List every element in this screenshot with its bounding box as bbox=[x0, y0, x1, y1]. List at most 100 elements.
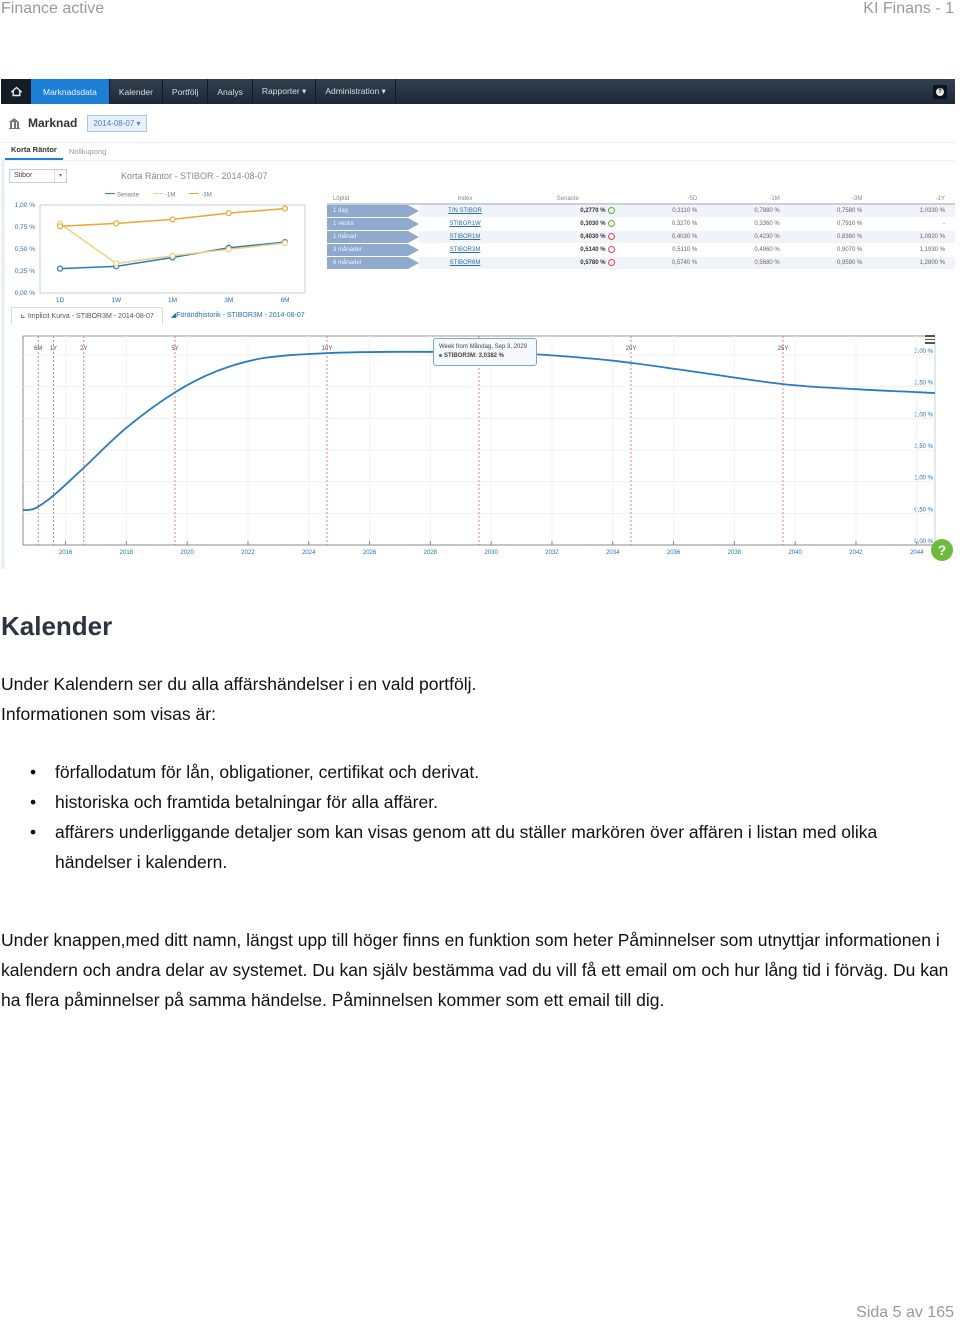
x-tick-label: 2036 bbox=[667, 550, 681, 556]
x-tick-label: 2028 bbox=[424, 550, 438, 556]
y-tick-label: 0,25 % bbox=[15, 268, 35, 275]
latest-cell: 0,5780 % bbox=[521, 256, 625, 270]
col-header-3m: -3M bbox=[789, 194, 873, 205]
tab-korta-rantor[interactable]: Korta Räntor bbox=[5, 145, 63, 160]
intro-line-1: Under Kalendern ser du alla affärshändel… bbox=[1, 674, 477, 694]
term-cell: 1 vecka bbox=[327, 217, 419, 231]
x-tick-label: 2038 bbox=[728, 550, 742, 556]
x-tick-label: 2030 bbox=[484, 550, 498, 556]
y-tick-label: 1,00 % bbox=[15, 202, 35, 209]
nav-item-analys[interactable]: Analys bbox=[208, 79, 253, 104]
rates-table: Löptid Index Senaste -5D -1M -3M -1Y 1 d… bbox=[327, 194, 955, 270]
data-point bbox=[169, 252, 176, 259]
question-bubble-icon[interactable]: ? bbox=[931, 539, 953, 561]
y-tick-label: 0,00 % bbox=[15, 290, 35, 297]
tab-implicit-kurva[interactable]: ⊾ Implicit Kurva - STIBOR3M - 2014-08-07 bbox=[11, 307, 163, 325]
market-title: Marknad bbox=[28, 116, 78, 130]
data-point bbox=[281, 205, 289, 212]
x-tick-label: 6M bbox=[280, 297, 289, 304]
d5-cell: 0,3270 % bbox=[624, 217, 708, 231]
index-link[interactable]: STIBOR6M bbox=[419, 256, 521, 270]
x-tick-label: 3M bbox=[224, 297, 233, 304]
m3-cell: 0,8360 % bbox=[789, 230, 873, 244]
m1-cell: 0,3360 % bbox=[707, 217, 790, 231]
index-link[interactable]: STIBOR1M bbox=[419, 230, 521, 244]
tooltip-value: STIBOR3M: 3,0382 % bbox=[439, 352, 531, 361]
x-tick-label: 2042 bbox=[849, 550, 863, 556]
bank-icon bbox=[9, 117, 20, 129]
maturity-marker-label: 10Y bbox=[322, 346, 333, 352]
tooltip-date: Week from Måndag, Sep 3, 2029 bbox=[439, 344, 527, 350]
table-row: 6 månader STIBOR6M 0,5780 % 0,5740 % 0,5680 … bbox=[327, 256, 955, 270]
maturity-marker-label: 20Y bbox=[626, 346, 637, 352]
x-tick-label: 2016 bbox=[59, 550, 73, 556]
list-item: affärers underliggande detaljer som kan … bbox=[30, 817, 960, 877]
table-row: 1 månad STIBOR1M 0,4030 % 0,4030 % 0,4230 % 0… bbox=[327, 230, 955, 244]
nav-item-administration[interactable]: Administration ▾ bbox=[316, 79, 396, 104]
page-header-right: KI Finans - 1 bbox=[863, 0, 954, 17]
series-dot-icon bbox=[439, 353, 442, 357]
tab-nollkupong[interactable]: Nollkupong bbox=[63, 147, 113, 160]
d5-cell: 0,3110 % bbox=[624, 204, 708, 218]
help-button[interactable]: ? bbox=[933, 79, 947, 104]
d5-cell: 0,5110 % bbox=[624, 243, 708, 257]
trend-down-icon bbox=[607, 233, 615, 241]
series-line-STIBOR3M bbox=[22, 350, 936, 512]
m3-cell: 0,7580 % bbox=[789, 204, 873, 218]
menu-icon[interactable] bbox=[925, 335, 935, 346]
data-point bbox=[113, 260, 120, 267]
nav-item-marknadsdata[interactable]: Marknadsdata bbox=[31, 79, 110, 104]
trend-down-icon bbox=[607, 259, 615, 267]
x-tick-label: 2026 bbox=[363, 550, 377, 556]
chart-tooltip: Week from Måndag, Sep 3, 2029 STIBOR3M: … bbox=[433, 338, 537, 366]
y-tick-label: 0,75 % bbox=[15, 224, 35, 231]
trend-up-icon bbox=[607, 220, 615, 228]
x-tick-label: 2020 bbox=[180, 550, 194, 556]
page-footer: Sida 5 av 165 bbox=[856, 1304, 954, 1321]
m3-cell: 0,9070 % bbox=[789, 243, 873, 257]
maturity-marker-label: 5Y bbox=[171, 346, 178, 352]
m1-cell: 0,7880 % bbox=[707, 204, 790, 218]
list-item: förfallodatum för lån, obligationer, cer… bbox=[30, 757, 960, 787]
chart-tabs: ⊾ Implicit Kurva - STIBOR3M - 2014-08-07… bbox=[11, 307, 313, 325]
data-point bbox=[56, 265, 64, 272]
nav-item-rapporter[interactable]: Rapporter ▾ bbox=[253, 79, 317, 104]
nav-item-kalender[interactable]: Kalender bbox=[110, 79, 163, 104]
data-point bbox=[281, 239, 289, 247]
y-tick-label: 0,50 % bbox=[15, 246, 35, 253]
d5-cell: 0,5740 % bbox=[624, 256, 708, 270]
short-rates-chart: 0,00 % 0,25 % 0,50 % 0,75 % 1,00 % 1D 1W 1M 3M 6M bbox=[15, 202, 306, 304]
chevron-down-icon: ▾ bbox=[54, 170, 66, 182]
data-point bbox=[225, 210, 232, 217]
short-chart-title: Korta Räntor - STIBOR - 2014-08-07 bbox=[121, 171, 268, 181]
source-select[interactable]: Stibor ▾ bbox=[9, 169, 67, 183]
nav-home-button[interactable] bbox=[1, 79, 31, 104]
index-link[interactable]: STIBOR1W bbox=[419, 217, 521, 231]
nav-item-portfolj[interactable]: Portfölj bbox=[163, 79, 209, 104]
latest-cell: 0,5140 % bbox=[521, 243, 625, 257]
x-tick-label: 2018 bbox=[120, 550, 134, 556]
index-link[interactable]: STIBOR3M bbox=[419, 243, 521, 257]
m1-cell: 0,4960 % bbox=[707, 243, 790, 257]
x-tick-label: 2024 bbox=[302, 550, 316, 556]
line-chart-icon: ⊾ bbox=[20, 313, 28, 320]
data-point bbox=[225, 246, 232, 253]
term-cell: 6 månader bbox=[327, 256, 419, 270]
date-picker[interactable]: 2014-08-07 ▾ bbox=[87, 114, 147, 132]
table-row: 3 månader STIBOR3M 0,5140 % 0,5110 % 0,4960 … bbox=[327, 243, 955, 257]
tab-forandhistorik[interactable]: ◢Förändhistorik - STIBOR3M - 2014-08-07 bbox=[163, 307, 313, 325]
maturity-marker-label: 25Y bbox=[778, 346, 789, 352]
index-link[interactable]: T/N STIBOR bbox=[419, 204, 521, 218]
x-tick-label: 1D bbox=[56, 297, 65, 304]
col-header-5d: -5D bbox=[624, 194, 708, 205]
term-cell: 3 månader bbox=[327, 243, 419, 257]
m1-cell: 0,5680 % bbox=[707, 256, 790, 270]
section-title: Kalender bbox=[1, 611, 113, 641]
trend-down-icon bbox=[607, 246, 615, 254]
x-tick-label: 2022 bbox=[241, 550, 255, 556]
x-tick-label: 1W bbox=[111, 297, 122, 304]
y1-cell: - bbox=[872, 217, 955, 231]
feature-list: förfallodatum för lån, obligationer, cer… bbox=[30, 757, 960, 877]
latest-cell: 0,2770 % bbox=[521, 204, 625, 218]
reminder-paragraph: Under knappen,med ditt namn, längst upp … bbox=[1, 930, 949, 1010]
